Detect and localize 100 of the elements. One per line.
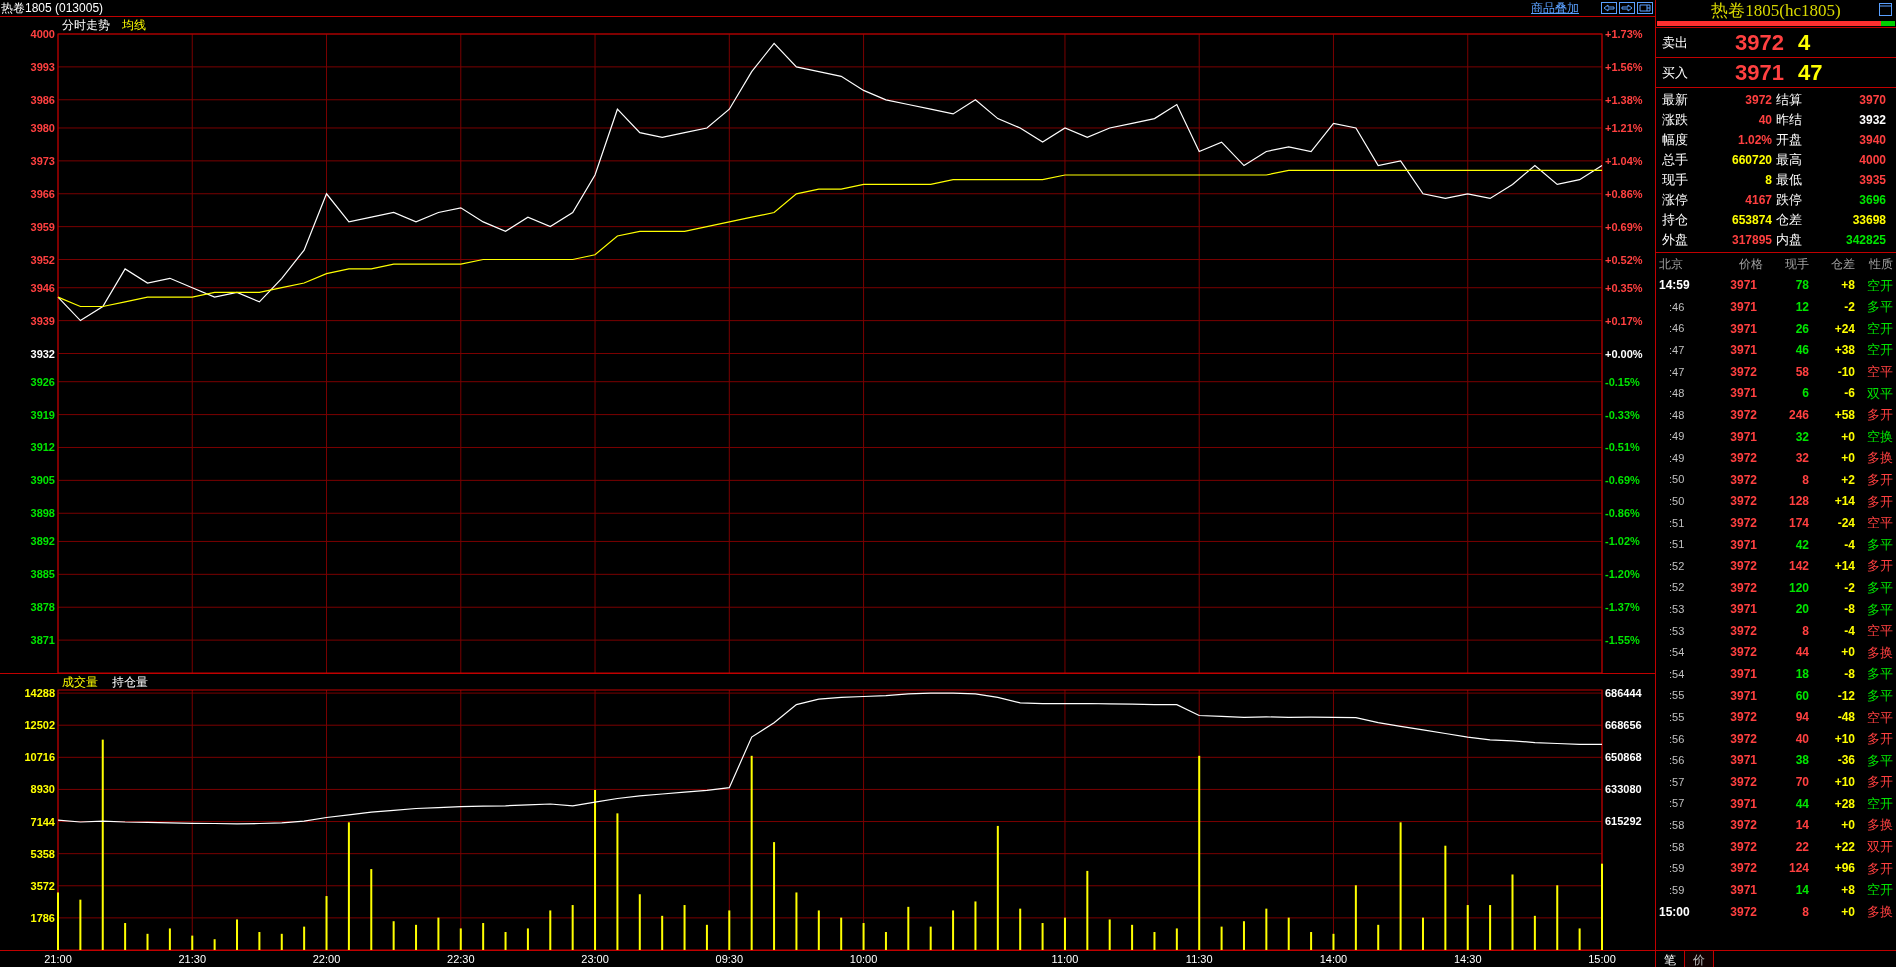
trade-time: :52 xyxy=(1668,558,1686,574)
trade-time: :47 xyxy=(1668,342,1686,358)
trade-time: :55 xyxy=(1668,710,1686,725)
trade-volume: 70 xyxy=(1794,774,1809,792)
percent-tick-label: +0.35% xyxy=(1605,281,1643,294)
trade-time: :58 xyxy=(1668,839,1686,855)
trade-nature: 空开 xyxy=(1866,341,1893,360)
trade-price: 3972 xyxy=(1729,903,1758,921)
trade-time: :46 xyxy=(1668,299,1686,315)
price-tick-label: 3939 xyxy=(30,314,55,327)
trade-time: :52 xyxy=(1668,580,1686,596)
volume-tick-label: 12502 xyxy=(24,719,55,732)
price-tick-label: 3980 xyxy=(30,121,55,134)
volume-bar xyxy=(1466,905,1469,950)
price-tick-label: 3919 xyxy=(30,408,55,421)
trade-nature: 多开 xyxy=(1866,730,1893,749)
time-tick-label: 22:00 xyxy=(312,953,341,965)
trade-time: :50 xyxy=(1668,494,1686,510)
column-header: 仓差 xyxy=(1830,255,1855,273)
volume-bar xyxy=(1578,928,1581,950)
trade-nature: 多开 xyxy=(1866,471,1893,489)
trade-price: 3971 xyxy=(1729,320,1758,338)
percent-tick-label: +0.17% xyxy=(1605,314,1643,327)
trade-time: :56 xyxy=(1668,731,1686,747)
stat-label: 持仓 xyxy=(1662,211,1688,230)
open-interest-change: +2 xyxy=(1840,471,1855,489)
trade-volume: 246 xyxy=(1787,406,1809,424)
percent-tick-label: +1.04% xyxy=(1605,154,1643,167)
layout-button[interactable] xyxy=(1637,2,1653,14)
trade-nature: 空平 xyxy=(1866,708,1893,727)
trade-volume: 174 xyxy=(1787,514,1809,532)
volume-bar xyxy=(974,901,977,950)
time-tick-label: 11:30 xyxy=(1185,953,1213,965)
maximize-icon[interactable] xyxy=(1879,3,1892,16)
stat-value: 660720 xyxy=(1731,152,1772,169)
stat-label: 现手 xyxy=(1662,171,1688,190)
stat-value: 8 xyxy=(1765,172,1772,189)
stat-value: 4167 xyxy=(1745,192,1772,209)
trade-price: 3972 xyxy=(1729,579,1758,597)
open-interest-change: +96 xyxy=(1833,860,1855,878)
window-title: 热卷1805 (013005) xyxy=(0,0,104,17)
chart-legend: 成交量 xyxy=(62,675,98,689)
stat-value: 3932 xyxy=(1859,112,1886,129)
volume-bar xyxy=(1220,926,1223,950)
chart-legend: 分时走势 xyxy=(62,18,110,32)
bottom-tab[interactable]: 价 xyxy=(1685,951,1714,967)
open-interest-change: +0 xyxy=(1840,450,1855,468)
open-interest-change: -6 xyxy=(1843,385,1855,403)
trade-nature: 多平 xyxy=(1866,298,1893,317)
trade-volume: 8 xyxy=(1801,622,1809,640)
scroll-left-button[interactable] xyxy=(1601,2,1617,14)
percent-tick-label: -1.20% xyxy=(1605,568,1640,581)
trade-volume: 46 xyxy=(1794,342,1809,360)
trade-nature: 空平 xyxy=(1866,363,1893,381)
price-tick-label: 3986 xyxy=(30,93,55,106)
price-tick-label: 3993 xyxy=(30,60,55,73)
trade-time: :51 xyxy=(1668,537,1686,553)
price-tick-label: 3905 xyxy=(30,474,55,487)
trade-time: :57 xyxy=(1668,796,1686,812)
time-tick-label: 14:30 xyxy=(1453,953,1482,965)
percent-tick-label: +0.52% xyxy=(1605,253,1643,266)
volume-bar xyxy=(1153,932,1156,950)
scroll-right-button[interactable] xyxy=(1619,2,1635,14)
stat-label: 总手 xyxy=(1662,151,1688,170)
trade-nature: 空开 xyxy=(1866,881,1893,900)
open-interest-change: +0 xyxy=(1840,903,1855,921)
stat-label: 涨跌 xyxy=(1662,111,1688,130)
trade-price: 3972 xyxy=(1729,774,1758,792)
price-tick-label: 3966 xyxy=(30,187,55,200)
volume-bar xyxy=(79,899,82,950)
trade-nature: 空开 xyxy=(1866,276,1893,295)
volume-bar xyxy=(840,917,843,950)
percent-tick-label: -0.86% xyxy=(1605,507,1640,520)
price-tick-label: 4000 xyxy=(30,28,55,40)
trade-nature: 多开 xyxy=(1866,859,1893,878)
trade-price: 3972 xyxy=(1729,558,1758,576)
trade-price: 3972 xyxy=(1729,622,1758,640)
trade-volume: 8 xyxy=(1801,471,1809,489)
trade-volume: 58 xyxy=(1794,363,1809,381)
trade-price: 3971 xyxy=(1729,536,1758,554)
volume-bar xyxy=(929,926,932,950)
percent-tick-label: -0.33% xyxy=(1605,408,1640,421)
trade-volume: 20 xyxy=(1794,601,1809,619)
overlay-link[interactable]: 商品叠加 xyxy=(1531,0,1579,17)
volume-bar xyxy=(213,939,216,950)
trade-nature: 多开 xyxy=(1866,557,1893,576)
time-tick-label: 14:00 xyxy=(1319,953,1348,965)
stat-label: 最新 xyxy=(1662,91,1688,110)
open-interest-change: +10 xyxy=(1833,730,1855,748)
column-header: 价格 xyxy=(1738,255,1763,273)
quote-volume: 47 xyxy=(1798,59,1823,87)
trade-price: 3971 xyxy=(1729,428,1758,446)
trade-price: 3972 xyxy=(1729,709,1758,727)
time-tick-label: 21:00 xyxy=(44,953,72,965)
trade-volume: 94 xyxy=(1794,709,1809,727)
volume-bar xyxy=(1175,928,1178,950)
open-interest-change: +22 xyxy=(1833,838,1855,856)
time-tick-label: 11:00 xyxy=(1051,953,1079,965)
volume-bar xyxy=(728,910,731,950)
open-interest-change: -8 xyxy=(1843,601,1855,619)
